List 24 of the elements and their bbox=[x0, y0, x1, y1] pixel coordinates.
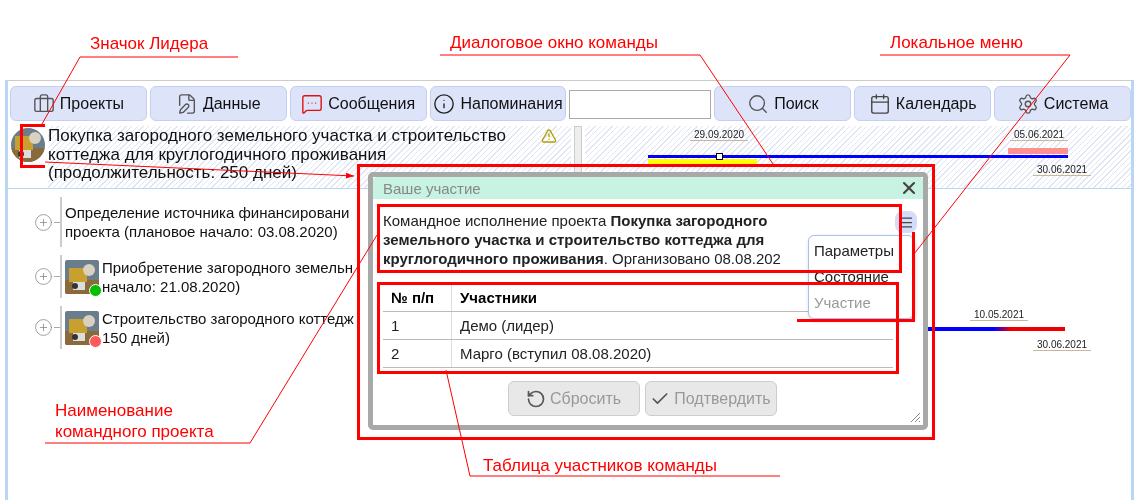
toolbar-button[interactable]: Данные bbox=[149, 86, 287, 121]
column-header: № п/п bbox=[383, 284, 452, 312]
task-title: Определение источника финансировани проекта (плановое начало: 03.08.2020) bbox=[65, 203, 350, 241]
callout-label: Таблица участников команды bbox=[483, 455, 717, 476]
date-label: 10.05.2021 bbox=[970, 309, 1029, 321]
date-label: 30.06.2021 bbox=[1033, 164, 1092, 176]
date-label: 29.09.2020 bbox=[690, 129, 749, 141]
table-cell: 2 bbox=[383, 339, 452, 368]
date-label: 30.06.2021 bbox=[1033, 339, 1092, 351]
table-cell: Марго (вступил 08.08.2020) bbox=[451, 339, 893, 368]
task-title: Строительство загородного коттедж 150 дней) bbox=[102, 308, 354, 347]
toolbar-button[interactable]: Проекты bbox=[10, 86, 147, 121]
callout-label: Значок Лидера bbox=[90, 33, 209, 54]
task-title: Приобретение загородного земельн начало: 21.08.2020) bbox=[102, 257, 353, 296]
toolbar-button[interactable]: Календарь bbox=[854, 86, 992, 121]
toolbar-button[interactable]: Система bbox=[994, 86, 1131, 121]
table-cell: 1 bbox=[383, 311, 452, 340]
toolbar-button[interactable]: Сообщения bbox=[289, 86, 427, 121]
toolbar-button[interactable]: Напоминания bbox=[429, 86, 567, 121]
callout-label: Диалоговое окно команды bbox=[450, 32, 658, 53]
date-label: 05.06.2021 bbox=[1010, 129, 1069, 141]
callout-label: Локальное меню bbox=[890, 32, 1023, 53]
toolbar-button[interactable]: Поиск bbox=[714, 86, 852, 121]
callout-label: Наименование командного проекта bbox=[55, 400, 215, 442]
